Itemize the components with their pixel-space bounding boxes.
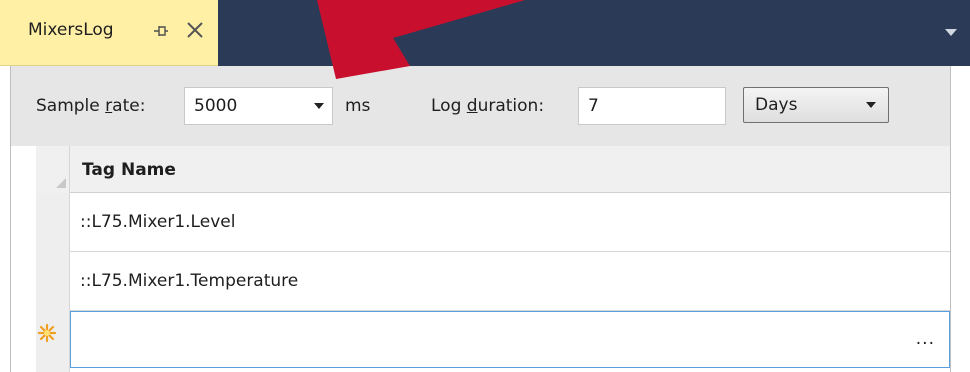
sample-rate-dropdown-icon[interactable] <box>314 103 324 109</box>
sample-rate-label: Sample rate: <box>36 96 146 116</box>
table-row[interactable]: ::L75.Mixer1.Level <box>70 193 950 252</box>
pin-icon[interactable] <box>151 21 171 41</box>
browse-tag-button[interactable]: ... <box>916 329 935 349</box>
row-header[interactable] <box>36 252 70 311</box>
new-tag-row[interactable]: ... <box>70 311 950 368</box>
log-duration-input[interactable]: 7 <box>578 87 726 125</box>
tag-name-cell: ::L75.Mixer1.Temperature <box>80 271 299 291</box>
tag-name-cell: ::L75.Mixer1.Level <box>80 212 236 232</box>
tag-name-column-header[interactable]: Tag Name <box>70 146 950 193</box>
log-duration-label: Log duration: <box>431 96 545 116</box>
duration-unit-dropdown-icon[interactable] <box>866 102 876 108</box>
log-duration-value: 7 <box>588 96 599 116</box>
sample-rate-unit: ms <box>345 96 371 116</box>
tag-name-header-label: Tag Name <box>82 160 176 180</box>
new-row-asterisk-icon <box>37 323 57 343</box>
chevron-down-icon[interactable] <box>944 25 958 39</box>
panel-left-border <box>0 66 11 372</box>
sample-rate-value: 5000 <box>194 96 238 116</box>
close-icon[interactable] <box>184 19 206 41</box>
panel-right-border <box>950 66 970 372</box>
duration-unit-select[interactable]: Days <box>743 87 889 123</box>
sample-rate-combo[interactable]: 5000 <box>184 87 333 125</box>
duration-unit-value: Days <box>755 95 798 115</box>
corner-triangle-icon <box>56 178 66 188</box>
table-row[interactable]: ::L75.Mixer1.Temperature <box>70 252 950 311</box>
document-tab[interactable]: MixersLog <box>0 0 218 66</box>
tab-title: MixersLog <box>28 20 114 40</box>
row-header[interactable] <box>36 193 70 252</box>
